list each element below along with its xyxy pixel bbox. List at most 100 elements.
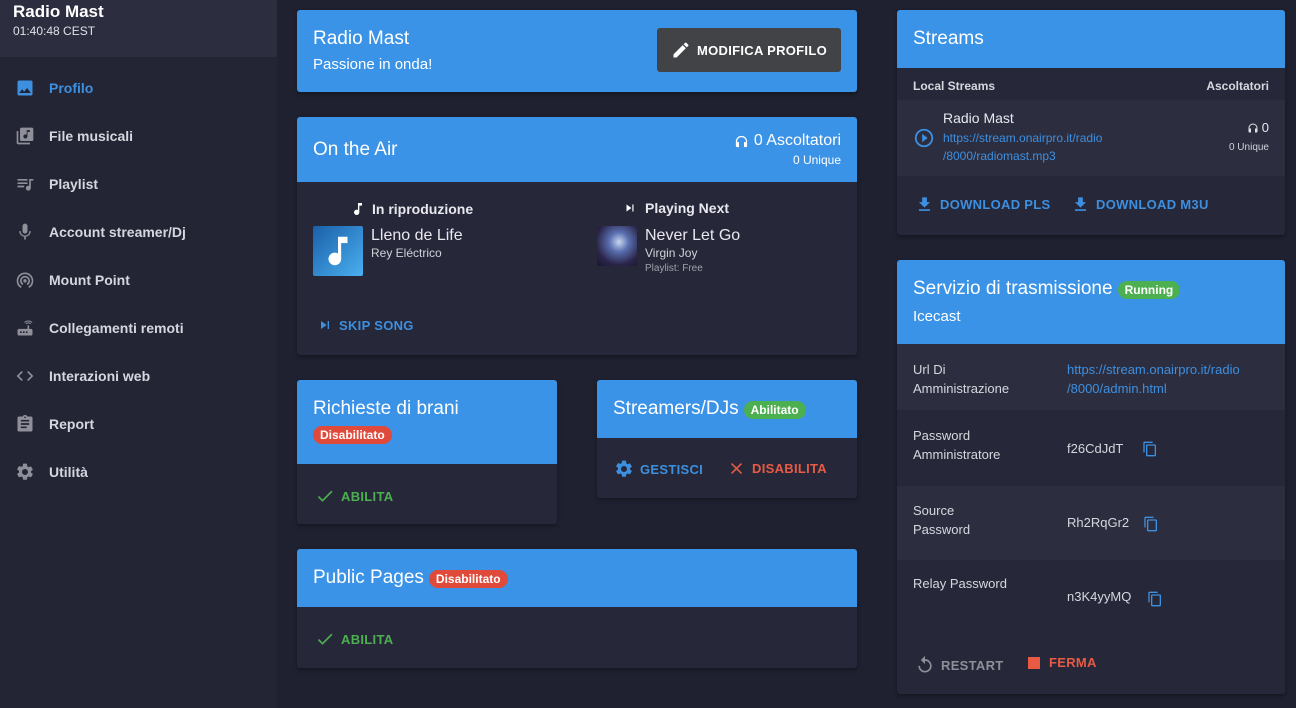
streamers-heading: Streamers/DJs Abilitato	[613, 398, 806, 420]
stream-row: Radio Mast https://stream.onairpro.it/ra…	[897, 100, 1285, 176]
edit-profile-label: MODIFICA PROFILO	[697, 42, 827, 58]
streams-column-local: Local Streams	[913, 79, 996, 93]
admin-url-value[interactable]: https://stream.onairpro.it/radio /8000/a…	[1067, 360, 1240, 398]
restart-icon	[915, 655, 935, 675]
admin-password-value: f26CdJdT	[1067, 441, 1124, 456]
close-icon	[727, 459, 746, 478]
sidebar-item-label: Interazioni web	[49, 368, 151, 384]
stream-url-line1[interactable]: https://stream.onairpro.it/radio	[943, 131, 1102, 145]
source-password-row: Source Password Rh2RqGr2	[897, 486, 1285, 560]
sidebar-nav: Profilo File musicali Playlist Account s…	[0, 64, 277, 496]
now-playing-label: In riproduzione	[372, 201, 474, 217]
unique-listeners: 0 Unique	[792, 153, 841, 167]
playing-next-label: Playing Next	[645, 200, 730, 216]
skip-song-label: SKIP SONG	[339, 317, 414, 333]
streamers-title: Streamers/DJs	[613, 398, 739, 419]
sidebar-item-profilo[interactable]: Profilo	[0, 64, 277, 112]
streamers-header: Streamers/DJs Abilitato	[597, 380, 857, 438]
enable-requests-button[interactable]: ABILITA	[315, 486, 393, 506]
profile-card: Radio Mast Passione in onda! MODIFICA PR…	[297, 10, 857, 92]
pencil-icon	[671, 40, 691, 60]
on-air-card: On the Air 0 Ascoltatori 0 Unique In rip…	[297, 117, 857, 355]
download-icon	[915, 195, 934, 214]
sidebar-item-mount-point[interactable]: Mount Point	[0, 256, 277, 304]
sidebar-item-label: Utilità	[49, 464, 88, 480]
sidebar-item-report[interactable]: Report	[0, 400, 277, 448]
streams-header: Streams	[897, 10, 1285, 68]
disable-streamers-button[interactable]: DISABILITA	[727, 459, 827, 478]
source-password-value: Rh2RqGr2	[1067, 515, 1130, 530]
status-badge: Disabilitato	[313, 426, 392, 444]
copy-icon[interactable]	[1142, 441, 1158, 457]
sidebar-item-utilita[interactable]: Utilità	[0, 448, 277, 496]
copy-icon[interactable]	[1147, 591, 1163, 607]
admin-password-label: Password Amministratore	[913, 426, 1000, 464]
edit-profile-button[interactable]: MODIFICA PROFILO	[657, 28, 841, 72]
admin-url-row: Url Di Amministrazione https://stream.on…	[897, 344, 1285, 410]
skip-song-button[interactable]: SKIP SONG	[317, 317, 414, 333]
manage-label: GESTISCI	[640, 461, 704, 477]
sidebar-header: Radio Mast 01:40:48 CEST	[0, 0, 277, 57]
label-line: Amministrazione	[913, 381, 1010, 396]
gear-icon	[614, 459, 634, 479]
next-song-artist: Virgin Joy	[645, 246, 698, 260]
public-pages-heading: Public Pages Disabilitato	[313, 567, 508, 589]
broadcast-title: Servizio di trasmissione	[913, 278, 1113, 299]
requests-card: Richieste di brani Disabilitato ABILITA	[297, 380, 557, 524]
sidebar-item-playlist[interactable]: Playlist	[0, 160, 277, 208]
profile-name: Radio Mast	[313, 28, 410, 49]
requests-title: Richieste di brani	[313, 398, 459, 419]
stop-icon	[1028, 656, 1040, 669]
url-line: https://stream.onairpro.it/radio	[1067, 362, 1240, 377]
label-line: Url Di	[913, 362, 946, 377]
broadcast-icon	[14, 269, 36, 291]
relay-password-row: Relay Password n3K4yyMQ	[897, 560, 1285, 630]
profile-tagline: Passione in onda!	[313, 56, 433, 73]
next-song-title: Never Let Go	[645, 227, 741, 244]
requests-header: Richieste di brani Disabilitato	[297, 380, 557, 464]
playing-next-heading: Playing Next	[623, 200, 729, 216]
next-song-playlist: Playlist: Free	[645, 263, 703, 274]
image-icon	[14, 77, 36, 99]
url-line: /8000/admin.html	[1067, 381, 1167, 396]
download-m3u-button[interactable]: DOWNLOAD M3U	[1071, 195, 1209, 214]
relay-password-label: Relay Password	[913, 576, 1007, 591]
skip-next-icon	[623, 201, 637, 215]
sidebar-item-label: Playlist	[49, 176, 99, 192]
status-badge: Abilitato	[743, 401, 806, 419]
sidebar-item-label: Collegamenti remoti	[49, 320, 184, 336]
enable-label: ABILITA	[341, 631, 394, 647]
sidebar: Radio Mast 01:40:48 CEST Profilo File mu…	[0, 0, 277, 708]
status-badge: Disabilitato	[428, 570, 508, 588]
stream-url-line2[interactable]: /8000/radiomast.mp3	[943, 149, 1056, 163]
check-icon	[315, 629, 335, 649]
label-line: Password	[913, 428, 971, 443]
sidebar-item-interazioni-web[interactable]: Interazioni web	[0, 352, 277, 400]
sidebar-item-account-streamer[interactable]: Account streamer/Dj	[0, 208, 277, 256]
headphones-icon	[734, 134, 749, 149]
headphones-icon	[1247, 122, 1259, 134]
stream-name: Radio Mast	[943, 110, 1014, 126]
label-line: Source	[913, 503, 955, 518]
enable-public-pages-button[interactable]: ABILITA	[315, 629, 393, 649]
manage-streamers-button[interactable]: GESTISCI	[614, 459, 703, 479]
streams-title: Streams	[913, 28, 984, 49]
listeners-count: 0 Ascoltatori	[734, 132, 841, 150]
label-line: Amministratore	[913, 447, 1001, 462]
sidebar-item-collegamenti-remoti[interactable]: Collegamenti remoti	[0, 304, 277, 352]
sidebar-item-file-musicali[interactable]: File musicali	[0, 112, 277, 160]
copy-icon[interactable]	[1143, 516, 1159, 532]
play-circle-icon[interactable]	[913, 127, 935, 149]
disable-label: DISABILITA	[752, 461, 827, 476]
download-icon	[1071, 195, 1090, 214]
music-note-icon	[350, 200, 366, 218]
admin-password-row: Password Amministratore f26CdJdT	[897, 410, 1285, 486]
restart-button[interactable]: RESTART	[915, 655, 1004, 675]
stop-button[interactable]: FERMA	[1028, 655, 1097, 670]
sidebar-item-label: Mount Point	[49, 272, 130, 288]
restart-label: RESTART	[941, 657, 1004, 673]
enable-label: ABILITA	[341, 488, 394, 504]
microphone-icon	[14, 221, 36, 243]
station-name: Radio Mast	[13, 2, 104, 21]
download-pls-button[interactable]: DOWNLOAD PLS	[915, 195, 1050, 214]
